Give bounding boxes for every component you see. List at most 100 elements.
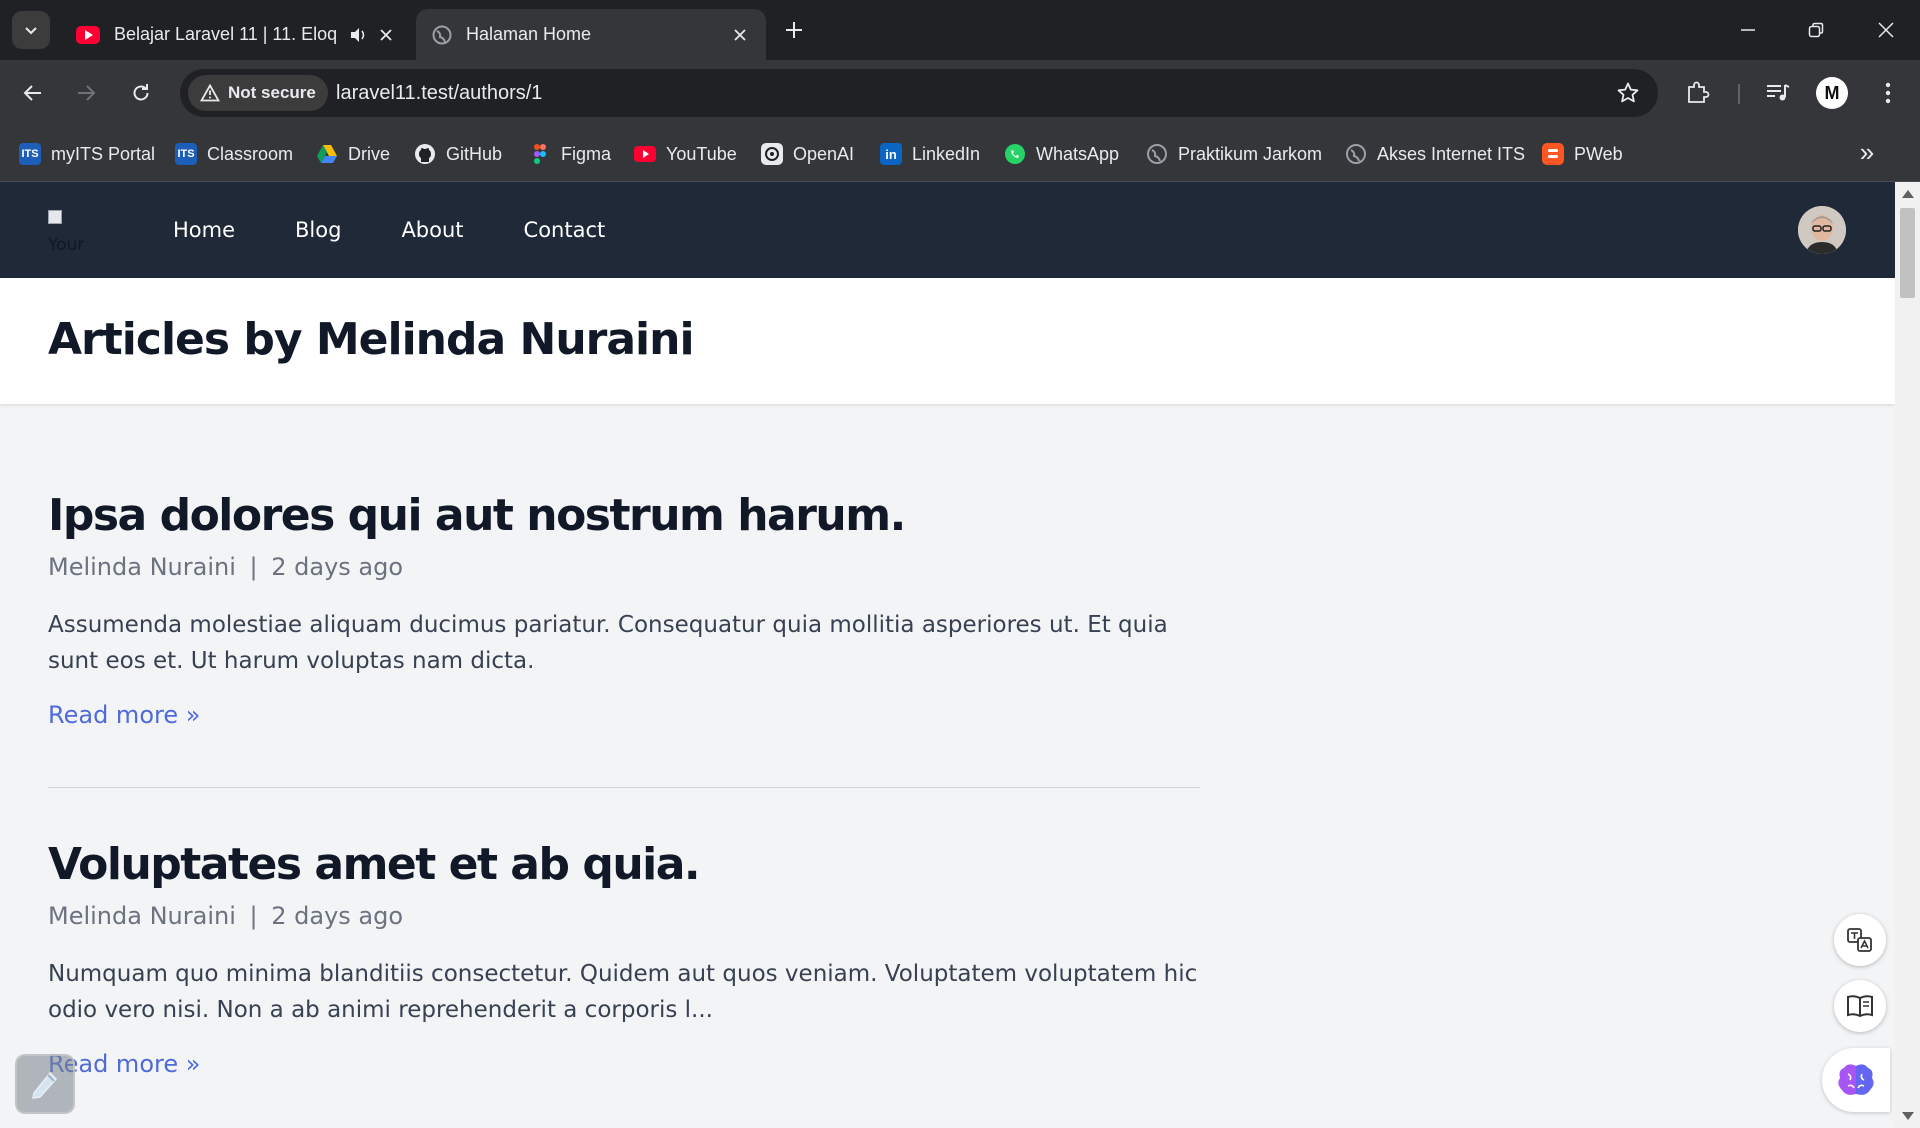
chevron-down-icon (25, 27, 37, 35)
tab-search-button[interactable] (12, 11, 50, 49)
bookmark-figma[interactable]: Figma (529, 139, 611, 169)
site-info-button[interactable]: Not secure (188, 75, 328, 111)
nav-link-about[interactable]: About (386, 207, 478, 253)
github-icon (415, 144, 435, 164)
bookmark-label: Classroom (207, 143, 294, 164)
site-logo[interactable]: Your (48, 206, 96, 254)
page-title: Articles by Melinda Nuraini (48, 314, 695, 365)
address-bar[interactable]: Not secure laravel11.test/authors/1 (180, 69, 1658, 117)
profile-avatar[interactable]: M (1816, 77, 1848, 109)
user-photo-icon (1798, 206, 1846, 254)
nav-link-home[interactable]: Home (158, 207, 250, 253)
bookmark-label: WhatsApp (1036, 143, 1120, 164)
site-navbar: Your Home Blog About Contact (0, 182, 1895, 278)
media-controls-button[interactable] (1762, 77, 1794, 109)
bookmark-pweb[interactable]: PWeb (1542, 139, 1623, 169)
arrow-left-icon (23, 85, 41, 101)
browser-menu-button[interactable] (1872, 77, 1904, 109)
article-excerpt: Assumenda molestiae aliquam ducimus pari… (48, 612, 1168, 674)
bookmark-label: Drive (348, 143, 391, 164)
warning-icon (200, 84, 220, 102)
scroll-down-arrow[interactable] (1902, 1112, 1914, 1120)
bookmark-openai[interactable]: OpenAI (761, 139, 854, 169)
bookmark-label: Akses Internet ITS (1377, 143, 1526, 164)
bookmark-star-icon[interactable] (1616, 81, 1640, 105)
web-page: Your Home Blog About Contact Articles by… (0, 182, 1895, 1128)
restore-button[interactable] (1782, 10, 1850, 50)
openai-icon (761, 143, 783, 165)
article-card: Ipsa dolores qui aut nostrum harum. Meli… (48, 490, 1200, 729)
tab-close-button[interactable] (376, 25, 396, 45)
speaker-icon[interactable] (348, 25, 368, 45)
close-window-button[interactable] (1852, 10, 1920, 50)
toolbar-divider (1738, 84, 1740, 104)
url-text[interactable]: laravel11.test/authors/1 (336, 69, 542, 117)
nav-link-contact[interactable]: Contact (509, 207, 621, 253)
bookmark-label: YouTube (666, 143, 737, 164)
forward-button[interactable] (66, 73, 106, 113)
bookmarks-overflow-button[interactable]: » (1852, 137, 1882, 167)
bookmark-label: Praktikum Jarkom (1178, 143, 1323, 164)
minimize-icon (1741, 29, 1755, 31)
youtube-icon (634, 146, 656, 162)
blogger-icon (1542, 143, 1564, 165)
new-tab-button[interactable] (780, 16, 808, 44)
its-icon: ITS (19, 143, 41, 165)
bookmark-linkedin[interactable]: in LinkedIn (880, 139, 980, 169)
bookmark-label: GitHub (446, 143, 503, 164)
scroll-up-arrow[interactable] (1902, 190, 1914, 198)
article-title[interactable]: Voluptates amet et ab quia. (48, 839, 1200, 890)
reload-icon (133, 84, 149, 101)
translate-icon (1847, 928, 1872, 952)
bookmark-myits-portal[interactable]: ITS myITS Portal (19, 139, 155, 169)
bookmark-akses-internet-its[interactable]: Akses Internet ITS (1345, 139, 1525, 169)
browser-chrome: Belajar Laravel 11 | 11. Eloq Halaman Ho… (0, 0, 1920, 182)
bookmark-github[interactable]: GitHub (414, 139, 502, 169)
tab-strip: Belajar Laravel 11 | 11. Eloq Halaman Ho… (0, 0, 1920, 60)
figma-icon (534, 144, 546, 164)
linkedin-icon: in (880, 143, 902, 165)
annotation-tool-button[interactable] (15, 1054, 75, 1114)
drive-icon (317, 145, 337, 163)
ai-assistant-button[interactable] (1822, 1048, 1890, 1112)
bookmark-drive[interactable]: Drive (316, 139, 390, 169)
nav-links: Home Blog About Contact (158, 207, 650, 253)
bookmark-whatsapp[interactable]: WhatsApp (1004, 139, 1119, 169)
reading-mode-button[interactable] (1834, 980, 1886, 1032)
plus-icon (786, 22, 802, 38)
page-scrollbar[interactable] (1895, 182, 1920, 1128)
article-author-link[interactable]: Melinda Nuraini (48, 902, 236, 930)
globe-icon (1147, 144, 1167, 164)
close-icon (734, 28, 746, 41)
user-avatar[interactable] (1798, 206, 1846, 254)
tab-title: Halaman Home (466, 24, 592, 44)
brain-icon (1838, 1064, 1874, 1095)
article-card: Voluptates amet et ab quia. Melinda Nura… (48, 839, 1200, 1078)
scrollbar-thumb[interactable] (1900, 208, 1915, 298)
bookmark-classroom[interactable]: ITS Classroom (175, 139, 293, 169)
browser-toolbar: Not secure laravel11.test/authors/1 M (0, 60, 1920, 126)
extensions-button[interactable] (1682, 77, 1714, 109)
tab-youtube[interactable]: Belajar Laravel 11 | 11. Eloq (60, 9, 412, 60)
tab-halaman-home[interactable]: Halaman Home (416, 9, 766, 60)
article-title[interactable]: Ipsa dolores qui aut nostrum harum. (48, 490, 1200, 541)
bookmark-praktikum-jarkom[interactable]: Praktikum Jarkom (1146, 139, 1322, 169)
minimize-button[interactable] (1714, 10, 1782, 50)
meta-separator: | (249, 902, 258, 930)
playlist-music-icon (1767, 84, 1790, 101)
meta-separator: | (249, 553, 258, 581)
tab-close-button[interactable] (730, 25, 750, 45)
bookmark-youtube[interactable]: YouTube (634, 139, 737, 169)
bookmark-label: myITS Portal (51, 143, 156, 164)
bookmark-label: PWeb (1574, 143, 1623, 164)
read-more-link[interactable]: Read more » (48, 701, 200, 729)
bookmark-label: OpenAI (793, 143, 855, 164)
nav-link-blog[interactable]: Blog (280, 207, 356, 253)
more-vertical-icon (1885, 82, 1891, 104)
reload-button[interactable] (121, 73, 161, 113)
article-author-link[interactable]: Melinda Nuraini (48, 553, 236, 581)
bookmark-label: Figma (561, 143, 612, 164)
translate-button[interactable] (1834, 914, 1886, 966)
article-meta: Melinda Nuraini | 2 days ago (48, 553, 1200, 581)
back-button[interactable] (13, 73, 53, 113)
